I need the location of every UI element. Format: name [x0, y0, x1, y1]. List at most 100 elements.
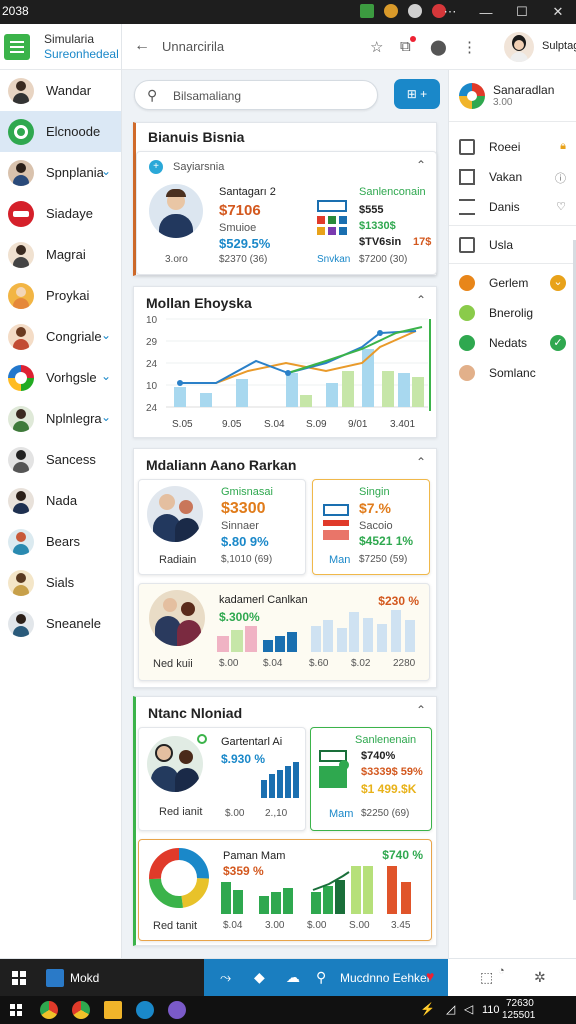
clock-icon[interactable]: ◔: [498, 965, 505, 977]
user-avatar[interactable]: [504, 32, 534, 62]
chevron-up-icon[interactable]: ⌃: [416, 455, 426, 469]
sidebar-title: Simularia Sureonhedeal: [44, 32, 119, 62]
chevron-up-icon[interactable]: ⌃: [416, 158, 426, 172]
right-panel-item[interactable]: Roeei 🔒︎: [449, 132, 576, 162]
list-icon: [459, 199, 475, 215]
chart-bar: [283, 888, 293, 914]
chevron-down-icon[interactable]: ⌄: [101, 369, 111, 383]
start-icon[interactable]: [10, 1004, 22, 1016]
layers-icon[interactable]: ◆: [254, 969, 265, 986]
chevron-down-icon[interactable]: ⌄: [550, 275, 566, 291]
share-icon[interactable]: ⧉: [400, 38, 411, 55]
app-icon-3[interactable]: [408, 4, 422, 18]
sidebar-item[interactable]: Siadaye: [0, 193, 121, 234]
right-panel-item[interactable]: Somlanc: [449, 358, 576, 388]
shield-icon[interactable]: ⬤: [430, 38, 447, 56]
windows-logo-icon[interactable]: [12, 971, 26, 985]
sidebar-item[interactable]: Spnplania ⌄: [0, 152, 121, 193]
chevron-down-icon[interactable]: ⌄: [101, 410, 111, 424]
chevron-down-icon[interactable]: ⌄: [101, 164, 111, 178]
chart-bar: [269, 774, 275, 798]
search-input[interactable]: Bilsamaliang: [173, 89, 241, 103]
sidebar-item[interactable]: Nada: [0, 480, 121, 521]
network-icon[interactable]: ⚡: [420, 1002, 435, 1016]
sidebar-item[interactable]: Sneanele: [0, 603, 121, 644]
edge-icon[interactable]: [136, 1001, 154, 1019]
settings-icon[interactable]: ✲: [534, 969, 546, 986]
close-button[interactable]: ✕: [540, 0, 576, 24]
right-panel-item[interactable]: Vakan ⓘ: [449, 162, 576, 192]
right-panel-header[interactable]: Sanaradlan 3.00: [449, 70, 576, 122]
chrome-icon[interactable]: [72, 1001, 90, 1019]
clock-time[interactable]: 72630: [506, 998, 534, 1009]
chevron-up-icon[interactable]: ⌃: [416, 703, 426, 717]
stat-card: kadamerl Canlkan $.300% $230 % Ned kuii: [138, 583, 430, 681]
y-ticks: 10 29 24 10 24: [146, 315, 158, 414]
chrome-icon[interactable]: [40, 1001, 58, 1019]
app-icon-2[interactable]: [384, 4, 398, 18]
right-panel-item[interactable]: Usla: [449, 230, 576, 260]
folder-icon[interactable]: [104, 1001, 122, 1019]
bottom-right: ⬚ ◔ ✲: [448, 959, 576, 997]
badge-icon: [8, 200, 34, 227]
section-monthly: Ntanc Nloniad ⌃ Gartentarl Ai $.930 % Re…: [133, 696, 437, 946]
sidebar-item-label: Elcnoode: [46, 124, 101, 139]
search-icon[interactable]: ⚲: [316, 969, 326, 986]
chart-bar: [300, 395, 312, 407]
window-title-bar: 2038 ⋯ — ☐ ✕: [0, 0, 576, 24]
app-icon[interactable]: [46, 969, 64, 987]
card-value: $740 %: [382, 848, 423, 862]
volume-icon[interactable]: ◁: [464, 1002, 473, 1016]
minimize-button[interactable]: —: [468, 0, 504, 24]
x-tick-label: S.09: [306, 419, 327, 430]
sidebar-item[interactable]: Magrai: [0, 234, 121, 275]
add-button[interactable]: ⊞ +: [394, 79, 440, 109]
card-footer: Ned kuii: [153, 658, 193, 670]
sidebar-item[interactable]: Congriale ⌄: [0, 316, 121, 357]
wifi-icon[interactable]: ◿: [446, 1002, 455, 1016]
right-panel-item[interactable]: Bnerolig: [449, 298, 576, 328]
sidebar-item[interactable]: Wandar: [0, 70, 121, 111]
sidebar-item[interactable]: Sancess: [0, 439, 121, 480]
tray-number: 110: [482, 1004, 500, 1016]
heart-icon: ♡: [556, 201, 566, 213]
right-panel-item[interactable]: Danis ♡: [449, 192, 576, 222]
divider: [449, 263, 576, 264]
right-panel-item-label: Bnerolig: [489, 306, 534, 320]
right-panel-item[interactable]: Gerlem ⌄: [449, 268, 576, 298]
star-icon[interactable]: ☆: [370, 38, 383, 56]
maximize-button[interactable]: ☐: [504, 0, 540, 24]
data-point: [177, 380, 183, 386]
chevron-up-icon[interactable]: ⌃: [416, 293, 426, 307]
hamburger-menu-button[interactable]: [4, 33, 30, 60]
avatar: [8, 282, 34, 309]
app-icon[interactable]: [168, 1001, 186, 1019]
user-name[interactable]: Sulptag: [542, 40, 576, 52]
more-icon[interactable]: ⋯: [432, 0, 468, 24]
app-label[interactable]: Mokd: [70, 971, 99, 985]
register-icon: [319, 750, 351, 790]
bottom-label[interactable]: Mucdnno Eehkei: [340, 971, 429, 985]
search-bar[interactable]: ⚲ Bilsamaliang: [134, 80, 378, 110]
sidebar-item[interactable]: Proykai: [0, 275, 121, 316]
chevron-down-icon[interactable]: ⌄: [101, 328, 111, 342]
app-icon-1[interactable]: [360, 4, 374, 18]
sidebar-item[interactable]: Sials: [0, 562, 121, 603]
cloud-icon[interactable]: ☁: [286, 969, 300, 986]
clock-date[interactable]: 125501: [502, 1010, 535, 1021]
right-panel-item-label: Usla: [489, 238, 514, 252]
sidebar-item-active[interactable]: Elcnoode: [0, 111, 121, 152]
right-panel-item[interactable]: Nedats ✓: [449, 328, 576, 358]
card-footer: Red ianit: [159, 806, 203, 818]
back-arrow-icon[interactable]: ←: [134, 37, 150, 55]
sidebar-item[interactable]: Bears: [0, 521, 121, 562]
x-tick-label: 3.45: [391, 920, 411, 931]
more-vertical-icon[interactable]: ⋮: [462, 38, 477, 56]
heart-icon[interactable]: ♥: [426, 968, 434, 984]
route-icon[interactable]: ⤳: [220, 969, 231, 986]
sidebar-title-line1: Simularia: [44, 31, 95, 46]
sidebar-item[interactable]: Vorhgsle ⌄: [0, 357, 121, 398]
card-label: Sinnaer: [221, 520, 259, 532]
sidebar-item[interactable]: Nplnlegra ⌄: [0, 398, 121, 439]
cube-icon[interactable]: ⬚: [480, 969, 493, 986]
